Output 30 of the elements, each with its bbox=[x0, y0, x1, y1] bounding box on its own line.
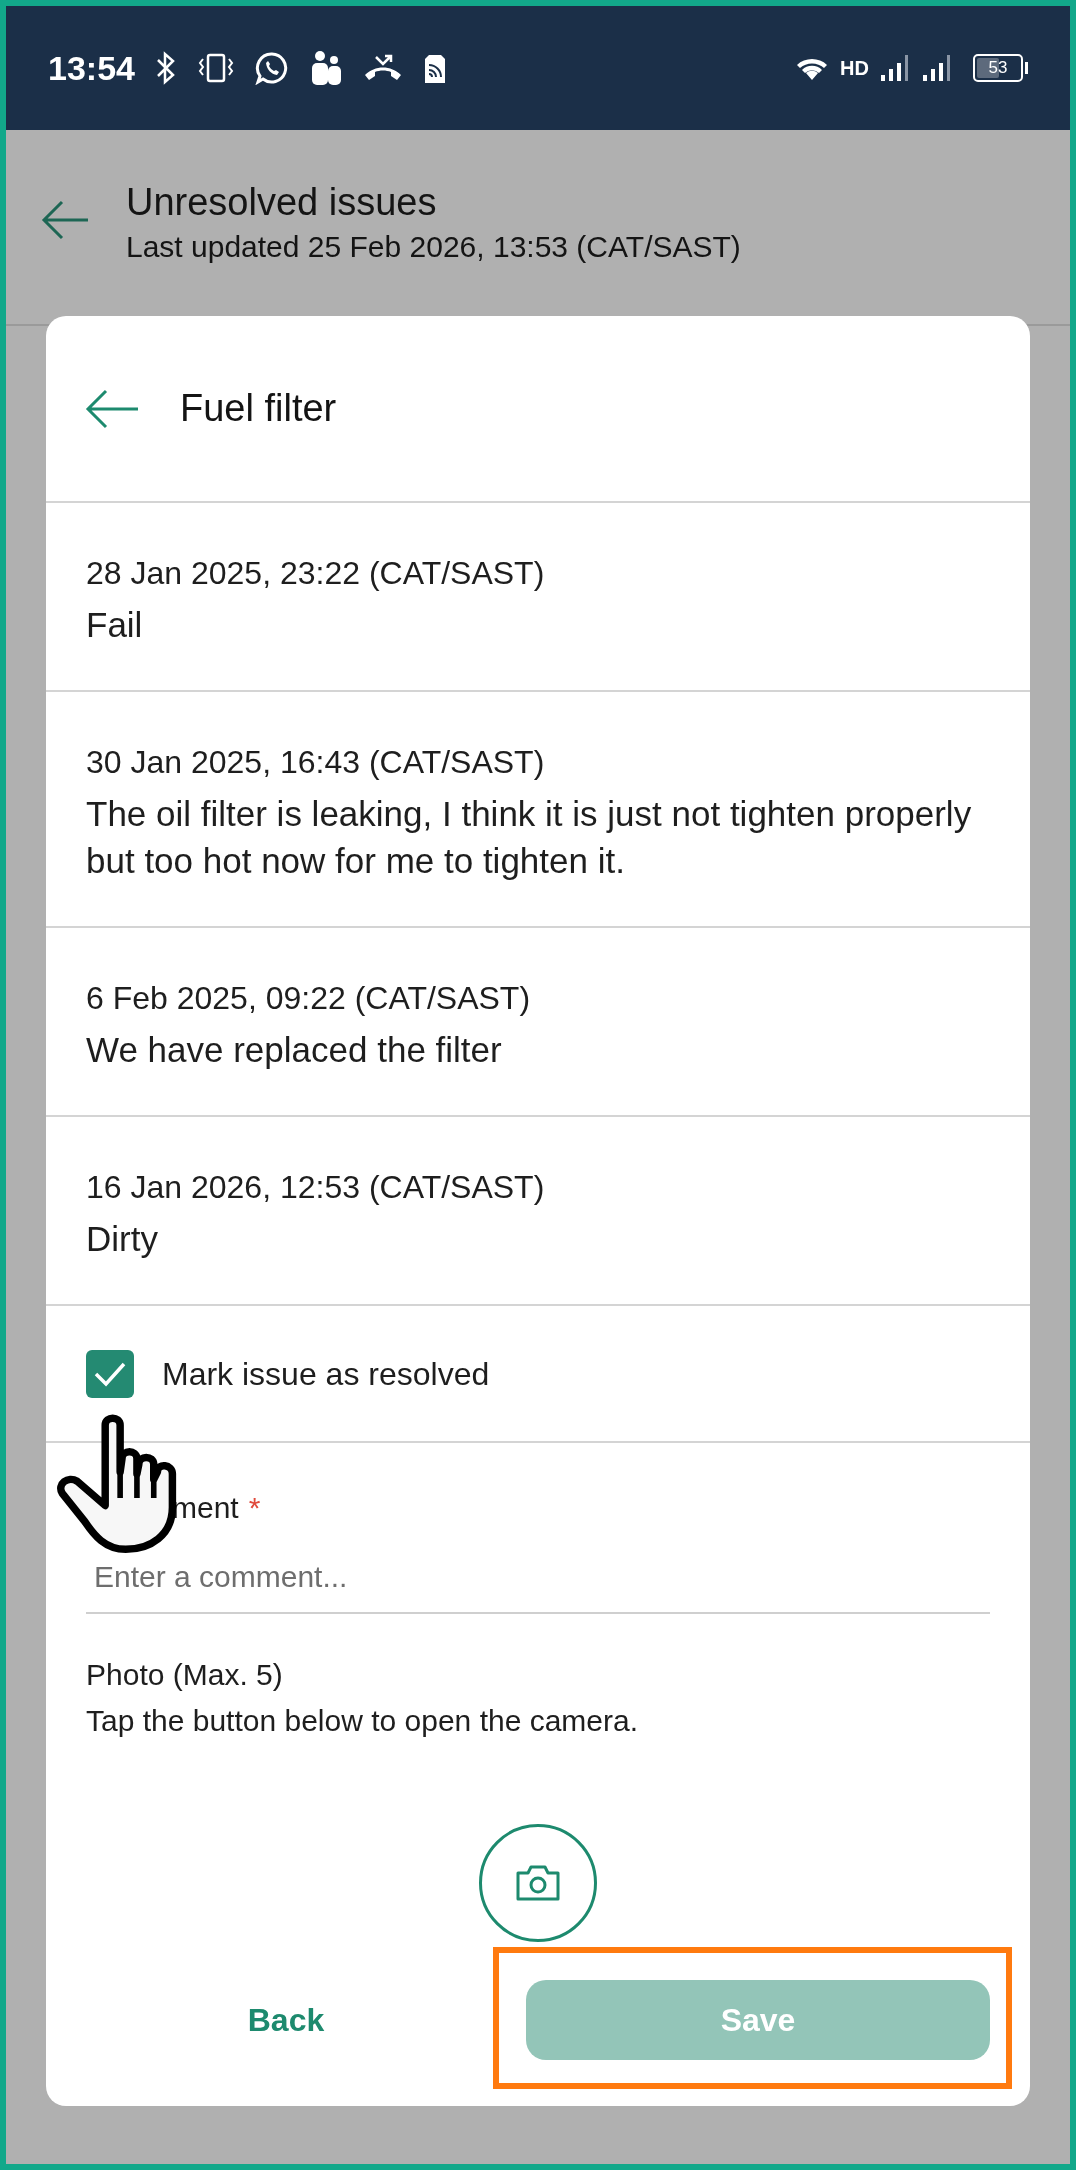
back-button[interactable]: Back bbox=[86, 1980, 486, 2060]
bluetooth-icon bbox=[154, 51, 177, 85]
status-time: 13:54 bbox=[48, 47, 135, 89]
missed-call-icon bbox=[362, 53, 403, 83]
camera-icon bbox=[514, 1863, 562, 1903]
entry-text: Dirty bbox=[86, 1218, 159, 1260]
photo-label: Photo (Max. 5) bbox=[86, 1657, 284, 1693]
resolved-checkbox[interactable] bbox=[86, 1349, 134, 1398]
entry-date: 28 Jan 2025, 23:22 (CAT/SAST) bbox=[86, 554, 546, 593]
required-mark: * bbox=[248, 1490, 261, 1526]
entry-text: Fail bbox=[86, 604, 144, 646]
back-arrow-icon[interactable] bbox=[40, 200, 90, 240]
signal-icon bbox=[879, 53, 911, 83]
photo-hint-text: Tap the button below to open the camera. bbox=[86, 1703, 640, 1739]
page-title: Unresolved issues bbox=[126, 180, 438, 225]
last-updated-text: Last updated 25 Feb 2026, 13:53 (CAT/SAST) bbox=[126, 229, 741, 265]
vibrate-icon bbox=[196, 53, 235, 83]
entry-date: 16 Jan 2026, 12:53 (CAT/SAST) bbox=[86, 1168, 546, 1207]
chat-icon bbox=[254, 51, 289, 85]
entry-text: The oil filter is leaking, I think it is just not tighten properly but too hot now for me to tighten it. bbox=[86, 793, 973, 882]
entry-text: We have replaced the filter bbox=[86, 1029, 503, 1071]
back-arrow-icon[interactable] bbox=[84, 388, 140, 429]
camera-button[interactable] bbox=[479, 1824, 597, 1942]
signal-icon bbox=[921, 53, 953, 83]
network-type: HD bbox=[840, 56, 869, 81]
dialog-title: Fuel filter bbox=[180, 386, 337, 431]
entry-date: 6 Feb 2025, 09:22 (CAT/SAST) bbox=[86, 979, 532, 1018]
entry-date: 30 Jan 2025, 16:43 (CAT/SAST) bbox=[86, 743, 546, 782]
checkbox-label: Mark issue as resolved bbox=[162, 1354, 490, 1394]
battery-indicator: 53 bbox=[973, 54, 1028, 82]
